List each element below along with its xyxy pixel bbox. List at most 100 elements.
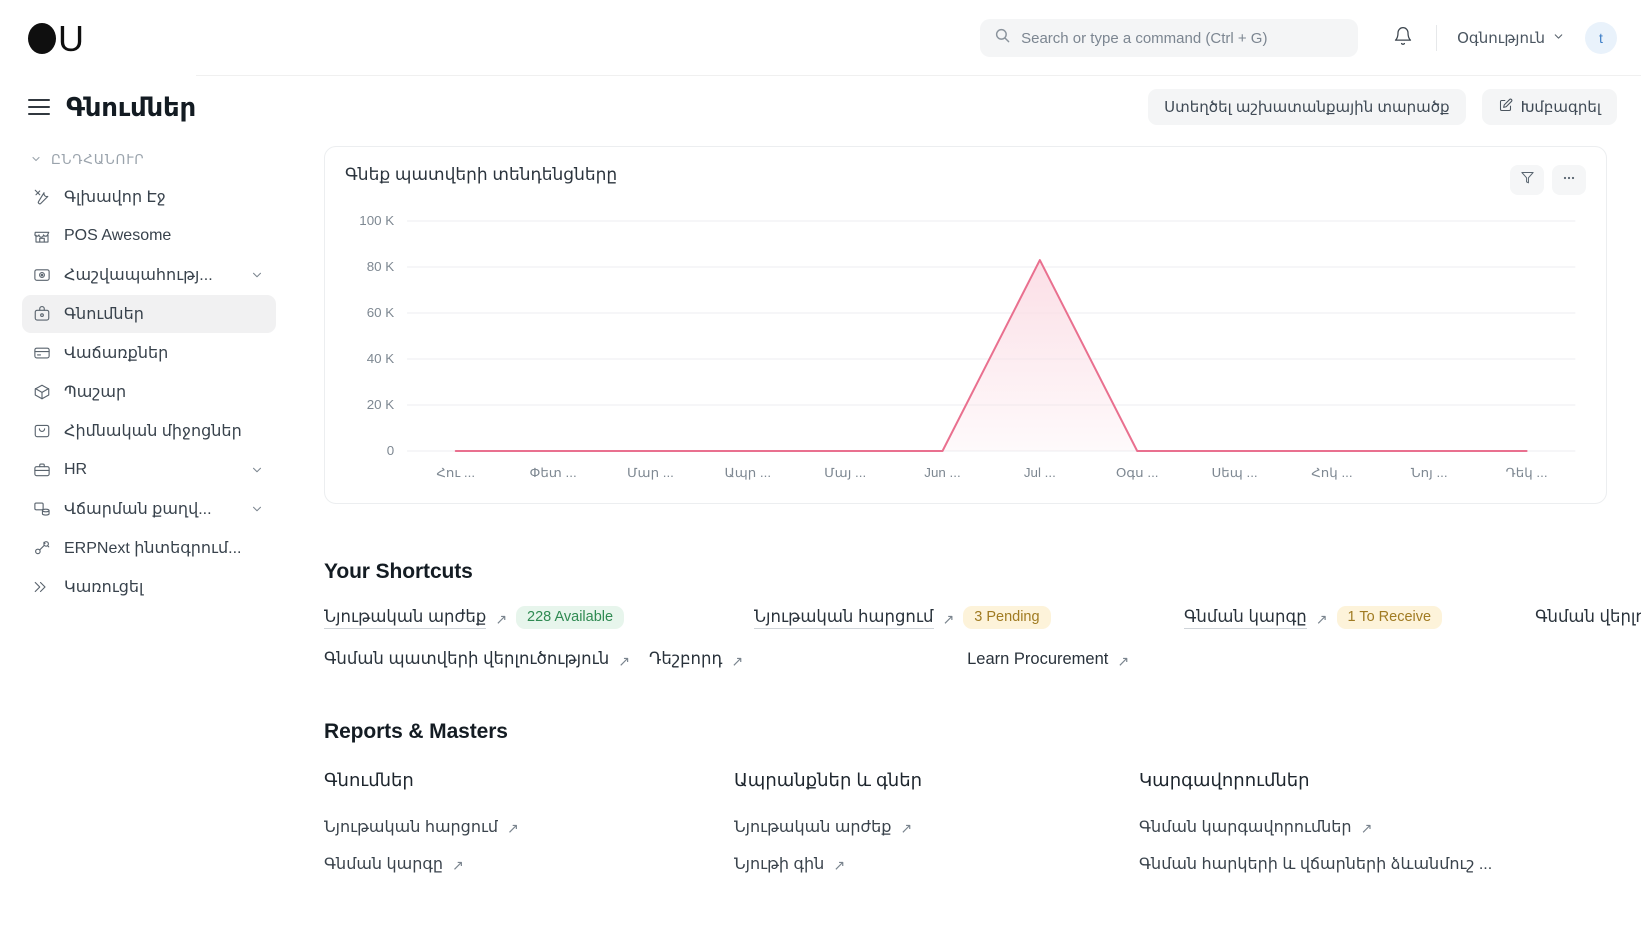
x-axis-tick-label: Փետ ... — [529, 465, 576, 479]
shortcut-item: Նյութական հարցում ↗ 3 Pending — [754, 606, 1184, 629]
edit-button[interactable]: Խմբագրել — [1481, 89, 1617, 125]
reports-column-purchases: Գնումներ Նյութական հարցում ↗ Գնման կարգը… — [324, 770, 734, 891]
sidebar-item-label: Գնումներ — [64, 306, 144, 323]
report-link[interactable]: Նյութական արժեք ↗ — [734, 817, 1139, 837]
chevron-down-icon[interactable] — [250, 268, 264, 282]
y-axis-tick-label: 0 — [387, 443, 394, 457]
box-icon — [32, 383, 51, 402]
report-link-label: Նյութական արժեք — [734, 819, 892, 836]
reports-column-title: Կարգավորումներ — [1139, 770, 1310, 790]
navbar-right-group: Օգնություն t — [1384, 19, 1617, 57]
bell-icon — [1393, 26, 1413, 51]
shortcut-item: Գնման պատվերի վերլուծություն ↗ Դեշբորդ ↗… — [324, 649, 1184, 670]
sidebar-item-label: POS Awesome — [64, 227, 172, 244]
sidebar-section-general[interactable]: ԸՆԴՀԱՆՈՒՐ — [22, 146, 276, 178]
purchase-icon — [32, 305, 51, 324]
shortcut-link[interactable]: Նյութական հարցում — [754, 607, 934, 629]
search-box[interactable] — [980, 19, 1359, 57]
shortcut-link[interactable]: Դեշբորդ — [649, 649, 722, 670]
chevron-down-icon[interactable] — [250, 463, 264, 477]
sidebar-item-label: Վաճառքներ — [64, 345, 169, 362]
reports-column-items-prices: Ապրանքներ և գներ Նյութական արժեք ↗ Նյութ… — [734, 770, 1139, 891]
bag-icon — [32, 422, 51, 441]
report-link[interactable]: Նյութի գին ↗ — [734, 854, 1139, 874]
external-link-icon: ↗ — [618, 652, 630, 669]
sidebar-item-hr[interactable]: HR — [22, 451, 276, 489]
reports-column-title: Ապրանքներ և գներ — [734, 770, 923, 790]
reports-column-settings: Կարգավորումներ Գնման կարգավորումներ ↗ Գն… — [1139, 770, 1607, 891]
main-content: Գնեք պատվերի տենդենցները 0 20 K 40 K 60 … — [296, 138, 1641, 935]
search-input[interactable] — [1021, 29, 1345, 47]
card-icon — [32, 344, 51, 363]
external-link-icon: ↗ — [452, 857, 464, 873]
x-axis-tick-label: Օգս ... — [1116, 465, 1159, 479]
sidebar-item-payments[interactable]: Վճարման քաղվ... — [22, 490, 276, 528]
external-link-icon: ↗ — [942, 610, 955, 627]
shortcut-link[interactable]: Նյութական արժեք — [324, 607, 487, 629]
chart-more-options-button[interactable] — [1552, 165, 1586, 195]
chevron-down-icon[interactable] — [250, 502, 264, 516]
x-axis-tick-label: Մայ ... — [824, 465, 866, 479]
status-badge: 228 Available — [516, 606, 625, 629]
x-axis-tick-label: Սեպ ... — [1211, 465, 1257, 479]
sidebar: ԸՆԴՀԱՆՈՒՐ Գլխավոր Էջ POS Awesome Հաշվապա… — [0, 138, 296, 935]
sidebar-item-label: ERPNext ինտեգրում... — [64, 540, 242, 557]
sidebar-item-build[interactable]: Կառուցել — [22, 568, 276, 606]
sidebar-toggle-button[interactable] — [28, 99, 50, 115]
shortcut-link[interactable]: Գնման պատվերի վերլուծություն — [324, 649, 609, 670]
chevron-down-icon — [1552, 30, 1565, 47]
avatar[interactable]: t — [1585, 22, 1617, 54]
sidebar-item-label: Գլխավոր Էջ — [64, 189, 166, 206]
help-menu[interactable]: Օգնություն — [1451, 23, 1571, 53]
report-link-label: Նյութի գին — [734, 856, 825, 873]
sidebar-item-erpnext-integrations[interactable]: ERPNext ինտեգրում... — [22, 529, 276, 567]
shortcut-item: Գնման կարգը ↗ 1 To Receive Գնման վերլուծ… — [1184, 606, 1641, 629]
edit-label: Խմբագրել — [1520, 99, 1601, 116]
hamburger-line — [28, 99, 50, 101]
sidebar-item-purchases[interactable]: Գնումներ — [22, 295, 276, 333]
external-link-icon: ↗ — [507, 820, 519, 836]
status-badge: 1 To Receive — [1336, 606, 1443, 629]
sidebar-item-stock[interactable]: Պաշար — [22, 373, 276, 411]
build-icon — [32, 578, 51, 597]
report-link[interactable]: Գնման կարգավորումներ ↗ — [1139, 817, 1607, 837]
sidebar-section-label: ԸՆԴՀԱՆՈՒՐ — [51, 152, 145, 167]
store-icon — [32, 227, 51, 246]
hamburger-line — [28, 113, 50, 115]
x-axis-tick-label: Նոյ ... — [1411, 465, 1448, 479]
create-workspace-button[interactable]: Ստեղծել աշխատանքային տարածք — [1148, 89, 1466, 125]
sidebar-item-sales[interactable]: Վաճառքներ — [22, 334, 276, 372]
shortcuts-grid: Նյութական արժեք ↗ 228 Available Նյութակա… — [324, 606, 1641, 670]
sidebar-item-assets[interactable]: Հիմնական միջոցներ — [22, 412, 276, 450]
shortcuts-heading: Your Shortcuts — [324, 560, 473, 583]
help-menu-label: Օգնություն — [1457, 30, 1545, 47]
report-link-label: Գնման կարգավորումներ — [1139, 819, 1352, 836]
report-link[interactable]: Գնման կարգը ↗ — [324, 854, 734, 874]
x-axis-tick-label: Jun ... — [924, 465, 960, 479]
sidebar-item-home[interactable]: Գլխավոր Էջ — [22, 178, 276, 216]
logo-dot-icon — [28, 22, 56, 54]
notifications-button[interactable] — [1384, 19, 1422, 57]
x-axis-tick-label: Դեկ ... — [1506, 465, 1548, 479]
external-link-icon: ↗ — [1117, 652, 1130, 669]
y-axis-tick-label: 100 K — [359, 213, 394, 227]
sidebar-item-pos-awesome[interactable]: POS Awesome — [22, 217, 276, 255]
sidebar-item-label: Հիմնական միջոցներ — [64, 423, 242, 440]
shortcut-link[interactable]: Learn Procurement — [967, 650, 1108, 670]
briefcase-icon — [32, 461, 51, 480]
app-logo[interactable]: U — [28, 20, 84, 57]
report-link[interactable]: Նյութական հարցում ↗ — [324, 817, 734, 837]
report-link-label: Գնման հարկերի և վճարների ձևանմուշ ... — [1139, 856, 1493, 873]
shortcut-link[interactable]: Գնման կարգը — [1184, 607, 1307, 629]
sidebar-item-label: Վճարման քաղվ... — [64, 501, 212, 518]
avatar-initial: t — [1599, 30, 1603, 46]
y-axis-tick-label: 40 K — [367, 351, 395, 365]
report-link-label: Նյութական հարցում — [324, 819, 499, 836]
shortcut-link[interactable]: Գնման վերլուծություն — [1535, 607, 1641, 628]
sidebar-item-accounting[interactable]: Հաշվապահությ... — [22, 256, 276, 294]
chart-filter-button[interactable] — [1510, 165, 1544, 195]
reports-grid: Գնումներ Նյութական հարցում ↗ Գնման կարգը… — [324, 770, 1607, 891]
sidebar-item-label: Կառուցել — [64, 579, 144, 596]
report-link[interactable]: Գնման հարկերի և վճարների ձևանմուշ ... — [1139, 854, 1607, 874]
x-axis-tick-label: Հոկ ... — [1311, 465, 1352, 479]
